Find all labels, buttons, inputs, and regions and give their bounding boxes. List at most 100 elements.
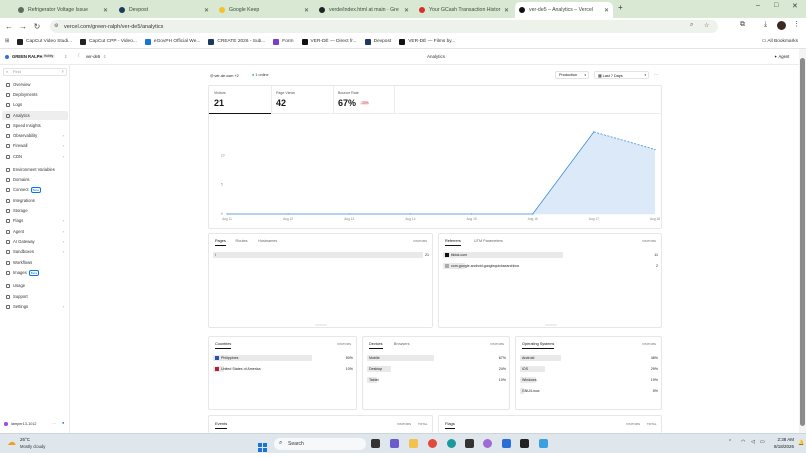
notification-icon[interactable]: ● (62, 420, 64, 425)
browser-menu-icon[interactable]: ⋮ (793, 20, 800, 28)
panel-tab[interactable]: Hostnames (258, 239, 277, 245)
wifi-icon[interactable]: ◠ (741, 439, 745, 445)
kpi-visitors[interactable]: Visitors 21 (209, 86, 271, 114)
sidebar-item-firewall[interactable]: Firewall › (2, 141, 68, 150)
weather-temp[interactable]: 26°C (20, 437, 30, 442)
battery-icon[interactable]: ▭ (760, 439, 765, 445)
sidebar-item-flags[interactable]: Flags › (2, 216, 68, 225)
bookmark-item[interactable]: Form (273, 38, 294, 45)
browser-tab[interactable]: ver-de5 – Analytics – Vercel ✕ (515, 2, 613, 18)
sidebar-item-cdn[interactable]: CDN › (2, 152, 68, 161)
profile-avatar[interactable] (777, 21, 786, 30)
sidebar-item-speed-insights[interactable]: Speed Insights (2, 121, 68, 130)
project-name[interactable]: ver-de5 (86, 54, 100, 59)
sidebar-item-storage[interactable]: Storage (2, 206, 68, 215)
sidebar-item-connect[interactable]: Connect Beta (2, 185, 68, 194)
chart-point[interactable] (226, 213, 228, 215)
panel-tab[interactable]: Operating Systems (522, 342, 555, 349)
panel-tab[interactable]: Routes (236, 239, 248, 245)
sidebar-search-input[interactable]: ⌕ Find F (3, 68, 67, 76)
sidebar-item-domains[interactable]: Domains (2, 175, 68, 184)
list-item[interactable]: Android 48% (520, 355, 659, 361)
list-item[interactable]: Tablet 10% (367, 377, 507, 383)
sidebar-item-logs[interactable]: Logs (2, 100, 68, 109)
app-icon[interactable] (539, 439, 548, 448)
sidebar-item-environment-variables[interactable]: Environment Variables (2, 165, 68, 174)
new-tab-button[interactable]: + (618, 3, 623, 12)
sidebar-item-support[interactable]: Support (2, 292, 68, 301)
bookmark-item[interactable]: CapCut Video Studi... (17, 38, 72, 45)
site-info-icon[interactable]: ⚙ (54, 23, 58, 29)
bookmark-item[interactable]: VER-DÉ — Direct fr... (301, 38, 357, 45)
list-item[interactable]: Windows 19% (520, 377, 659, 383)
list-item[interactable]: GNU/Linux 5% (520, 388, 659, 394)
bookmark-item[interactable]: eGovPH Official We... (144, 38, 200, 45)
sidebar-item-agent[interactable]: Agent › (2, 227, 68, 236)
maximize-button[interactable]: □ (774, 2, 778, 9)
task-view-icon[interactable] (371, 439, 380, 448)
chart-point[interactable] (593, 131, 595, 133)
sidebar-item-observability[interactable]: Observability › (2, 131, 68, 140)
sidebar-item-deployments[interactable]: Deployments (2, 90, 68, 99)
list-item[interactable]: Mobile 67% (367, 355, 507, 361)
kpi-page-views[interactable]: Page Views 42 (271, 86, 333, 114)
domain-filter[interactable]: ◎ ver-de.com +2 (210, 73, 239, 78)
tab-close-icon[interactable]: ✕ (204, 7, 209, 14)
clock-time[interactable]: 2:38 AM (772, 437, 794, 442)
sidebar-item-analytics[interactable]: Analytics (2, 111, 68, 120)
bookmark-item[interactable]: CREATE 2026 - Sub... (208, 38, 265, 45)
edge-icon[interactable] (447, 439, 456, 448)
list-item[interactable]: iOS 29% (520, 366, 659, 372)
list-item[interactable]: com.google.android.googlequicksearchbox 2 (443, 263, 659, 269)
notifications-icon[interactable]: 🔔 (798, 440, 804, 446)
sidebar-item-integrations[interactable]: Integrations (2, 196, 68, 205)
sidebar-item-images[interactable]: Images Beta (2, 268, 68, 277)
project-switcher-icon[interactable]: ⇕ (103, 54, 106, 59)
more-options-button[interactable]: ··· (654, 72, 658, 77)
tab-close-icon[interactable]: ✕ (604, 7, 609, 14)
zoom-icon[interactable]: ⌕ (690, 22, 693, 29)
browser-tab[interactable]: Your GCash Transaction Histor ✕ (415, 2, 513, 18)
list-item[interactable]: tiktok.com 11 (443, 252, 659, 258)
tab-close-icon[interactable]: ✕ (504, 7, 509, 14)
panel-tab[interactable]: Pages (215, 239, 226, 246)
panel-tab[interactable]: UTM Parameters (474, 239, 503, 245)
sidebar-item-overview[interactable]: Overview (2, 80, 68, 89)
bookmark-item[interactable]: Devpost (364, 38, 391, 45)
bookmark-item[interactable]: CapCut CPP - Video... (80, 38, 137, 45)
panel-tab[interactable]: Browsers (394, 342, 410, 348)
extensions-icon[interactable]: ⧉ (740, 21, 745, 29)
volume-icon[interactable]: ◁ (751, 439, 755, 445)
forward-icon[interactable]: → (18, 22, 28, 31)
minimize-button[interactable]: – (756, 2, 760, 9)
reload-icon[interactable]: ↻ (32, 22, 42, 31)
list-item[interactable]: United States of America 10% (213, 366, 354, 372)
taskbar-search-input[interactable]: ⌕ Search (274, 438, 366, 450)
list-item[interactable]: / 21 (213, 252, 430, 258)
kpi-bounce-rate[interactable]: Bounce Rate 67% -33% (333, 86, 395, 114)
file-explorer-icon[interactable] (409, 439, 418, 448)
store-icon[interactable] (465, 439, 474, 448)
chrome-icon[interactable] (428, 439, 437, 448)
tab-close-icon[interactable]: ✕ (404, 7, 409, 14)
chart-point[interactable] (654, 148, 656, 151)
sidebar-item-workflows[interactable]: Workflows (2, 258, 68, 267)
team-switcher-icon[interactable]: ⇕ (64, 54, 67, 59)
download-icon[interactable]: ⤓ (764, 21, 767, 29)
user-name[interactable]: lamper13-1012 (11, 422, 37, 426)
events-title[interactable]: Events (215, 421, 228, 429)
panel-tab[interactable]: Devices (369, 342, 383, 349)
app-icon[interactable] (520, 439, 529, 448)
sidebar-item-ai-gateway[interactable]: AI Gateway › (2, 237, 68, 246)
agent-button[interactable]: ✦ Agent (774, 54, 789, 59)
flags-title[interactable]: Flags (445, 421, 455, 429)
view-all-handle[interactable] (545, 324, 557, 326)
chart-point[interactable] (532, 213, 534, 215)
clock-date[interactable]: 8/18/2026 (766, 444, 794, 449)
chart-point[interactable] (470, 213, 473, 215)
panel-tab[interactable]: Referrers (445, 239, 461, 246)
list-item[interactable]: Desktop 24% (367, 366, 507, 372)
browser-tab[interactable]: Devpost ✕ (115, 2, 213, 18)
chart-point[interactable] (348, 213, 350, 215)
browser-tab[interactable]: Google Keep ✕ (215, 2, 313, 18)
